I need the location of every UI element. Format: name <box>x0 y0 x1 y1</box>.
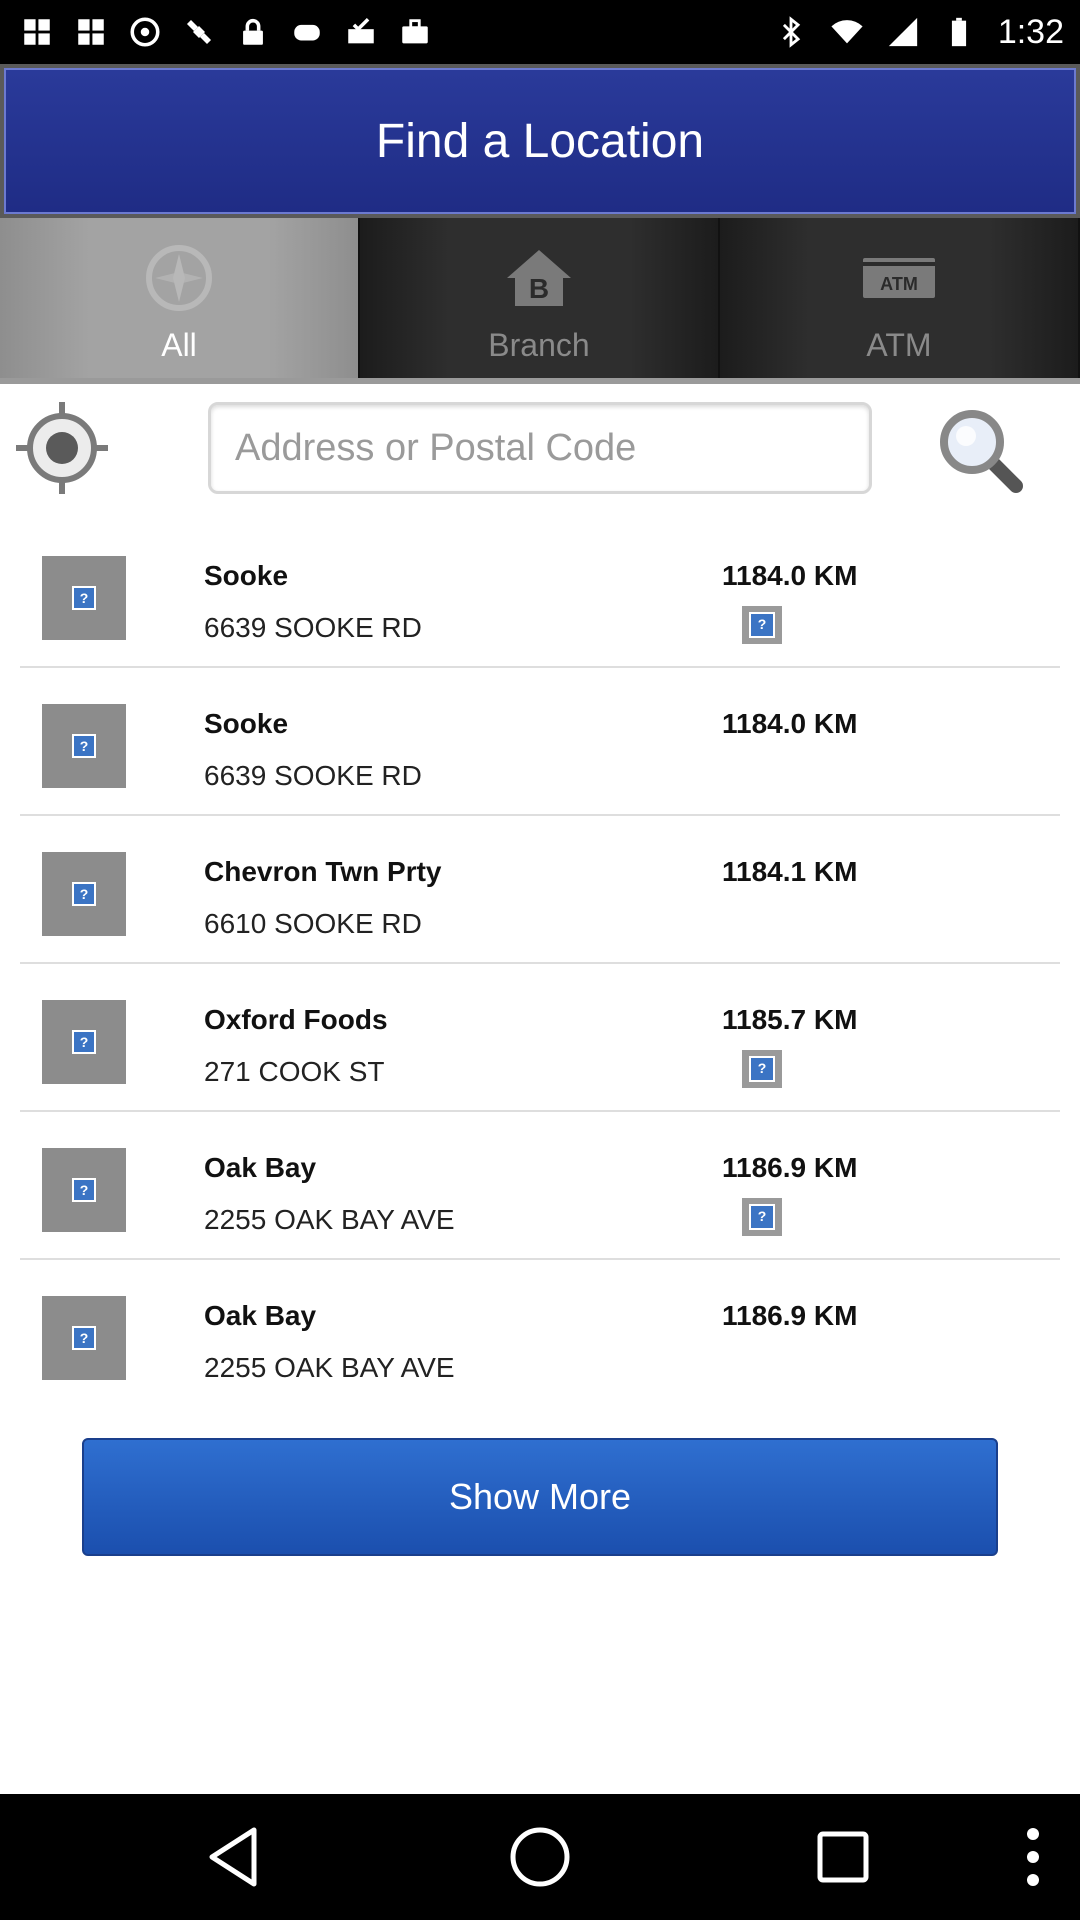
bluetooth-icon <box>774 15 808 49</box>
page-title: Find a Location <box>375 114 705 168</box>
status-right-icons: 1:32 <box>774 13 1064 52</box>
satellite-fake-gps-icon <box>182 15 216 49</box>
tab-branch-label: Branch <box>488 327 590 363</box>
location-address: 6639 SOOKE RD <box>204 760 422 791</box>
signal-icon <box>886 15 920 49</box>
location-thumbnail: ? <box>42 1000 126 1084</box>
tab-atm[interactable]: ATM ATM <box>720 218 1080 378</box>
location-distance: 1185.7 KM <box>722 1004 858 1035</box>
placeholder-image-icon: ? <box>72 586 96 610</box>
location-thumbnail: ? <box>42 704 126 788</box>
title-bar: Find a Location <box>0 64 1080 218</box>
placeholder-image-icon: ? <box>72 1326 96 1350</box>
status-left-icons <box>20 15 432 49</box>
lock-icon <box>236 15 270 49</box>
current-location-button[interactable] <box>14 400 110 496</box>
location-name: Oak Bay <box>204 1300 317 1331</box>
location-address: 6610 SOOKE RD <box>204 908 422 939</box>
list-item[interactable]: ? Sooke 6639 SOOKE RD 1184.0 KM ? <box>0 520 1080 668</box>
location-address: 271 COOK ST <box>204 1056 385 1087</box>
location-type-tabs: All B Branch ATM ATM <box>0 218 1080 384</box>
location-thumbnail: ? <box>42 556 126 640</box>
home-circle-icon <box>510 1827 570 1887</box>
svg-text:ATM: ATM <box>880 274 918 294</box>
location-distance: 1184.1 KM <box>722 856 858 887</box>
briefcase-icon <box>398 15 432 49</box>
list-item[interactable]: ? Oxford Foods 271 COOK ST 1185.7 KM ? <box>0 964 1080 1112</box>
battery-icon <box>942 15 976 49</box>
tab-branch[interactable]: B Branch <box>360 218 720 378</box>
location-name: Chevron Twn Prty <box>204 856 442 887</box>
location-distance: 1186.9 KM <box>722 1300 858 1331</box>
location-name: Oak Bay <box>204 1152 317 1183</box>
home-button[interactable] <box>507 1824 573 1890</box>
location-badge: ? <box>742 606 782 644</box>
title-bar-inner: Find a Location <box>4 68 1076 214</box>
app-grid-icon <box>74 15 108 49</box>
list-item[interactable]: ? Oak Bay 2255 OAK BAY AVE 1186.9 KM <box>0 1260 1080 1408</box>
svg-text:B: B <box>529 273 549 304</box>
placeholder-image-icon: ? <box>72 882 96 906</box>
placeholder-image-icon: ? <box>749 1204 775 1230</box>
status-bar: 1:32 <box>0 0 1080 64</box>
recents-square-icon <box>817 1831 869 1883</box>
branch-house-icon: B <box>499 238 579 318</box>
location-list: ? Sooke 6639 SOOKE RD 1184.0 KM ? ? Sook… <box>0 520 1080 1408</box>
location-distance: 1184.0 KM <box>722 708 858 739</box>
location-address: 6639 SOOKE RD <box>204 612 422 643</box>
more-vert-icon <box>1027 1828 1039 1886</box>
crosshair-icon <box>16 402 108 494</box>
back-triangle-icon <box>209 1827 257 1887</box>
sync-circle-icon <box>128 15 162 49</box>
list-item[interactable]: ? Sooke 6639 SOOKE RD 1184.0 KM <box>0 668 1080 816</box>
placeholder-image-icon: ? <box>72 734 96 758</box>
location-distance: 1184.0 KM <box>722 560 858 591</box>
location-badge: ? <box>742 1198 782 1236</box>
status-time: 1:32 <box>997 12 1064 51</box>
search-button[interactable] <box>932 402 1028 498</box>
compass-icon <box>139 238 219 318</box>
placeholder-image-icon: ? <box>749 612 775 638</box>
location-name: Sooke <box>204 560 289 591</box>
app-grid-icon <box>20 15 54 49</box>
location-name: Sooke <box>204 708 289 739</box>
wifi-icon <box>830 15 864 49</box>
atm-icon: ATM <box>859 238 939 318</box>
tab-all[interactable]: All <box>0 218 360 378</box>
search-row <box>0 390 1080 510</box>
inbox-check-icon <box>344 15 378 49</box>
system-nav-bar <box>0 1794 1080 1920</box>
show-more-button[interactable]: Show More <box>82 1438 998 1556</box>
location-name: Oxford Foods <box>204 1004 388 1035</box>
placeholder-image-icon: ? <box>72 1030 96 1054</box>
tab-all-label: All <box>161 327 197 363</box>
location-thumbnail: ? <box>42 1148 126 1232</box>
list-item[interactable]: ? Chevron Twn Prty 6610 SOOKE RD 1184.1 … <box>0 816 1080 964</box>
tab-atm-label: ATM <box>866 327 932 363</box>
placeholder-image-icon: ? <box>749 1056 775 1082</box>
placeholder-image-icon: ? <box>72 1178 96 1202</box>
overflow-menu-button[interactable] <box>1000 1824 1054 1890</box>
location-thumbnail: ? <box>42 1296 126 1380</box>
location-address: 2255 OAK BAY AVE <box>204 1352 455 1383</box>
address-search-input[interactable] <box>208 402 872 494</box>
location-address: 2255 OAK BAY AVE <box>204 1204 455 1235</box>
location-badge: ? <box>742 1050 782 1088</box>
magnifier-icon <box>940 410 1023 493</box>
location-distance: 1186.9 KM <box>722 1152 858 1183</box>
list-item[interactable]: ? Oak Bay 2255 OAK BAY AVE 1186.9 KM ? <box>0 1112 1080 1260</box>
game-controller-icon <box>290 15 324 49</box>
back-button[interactable] <box>204 1824 270 1890</box>
location-thumbnail: ? <box>42 852 126 936</box>
recents-button[interactable] <box>810 1824 876 1890</box>
